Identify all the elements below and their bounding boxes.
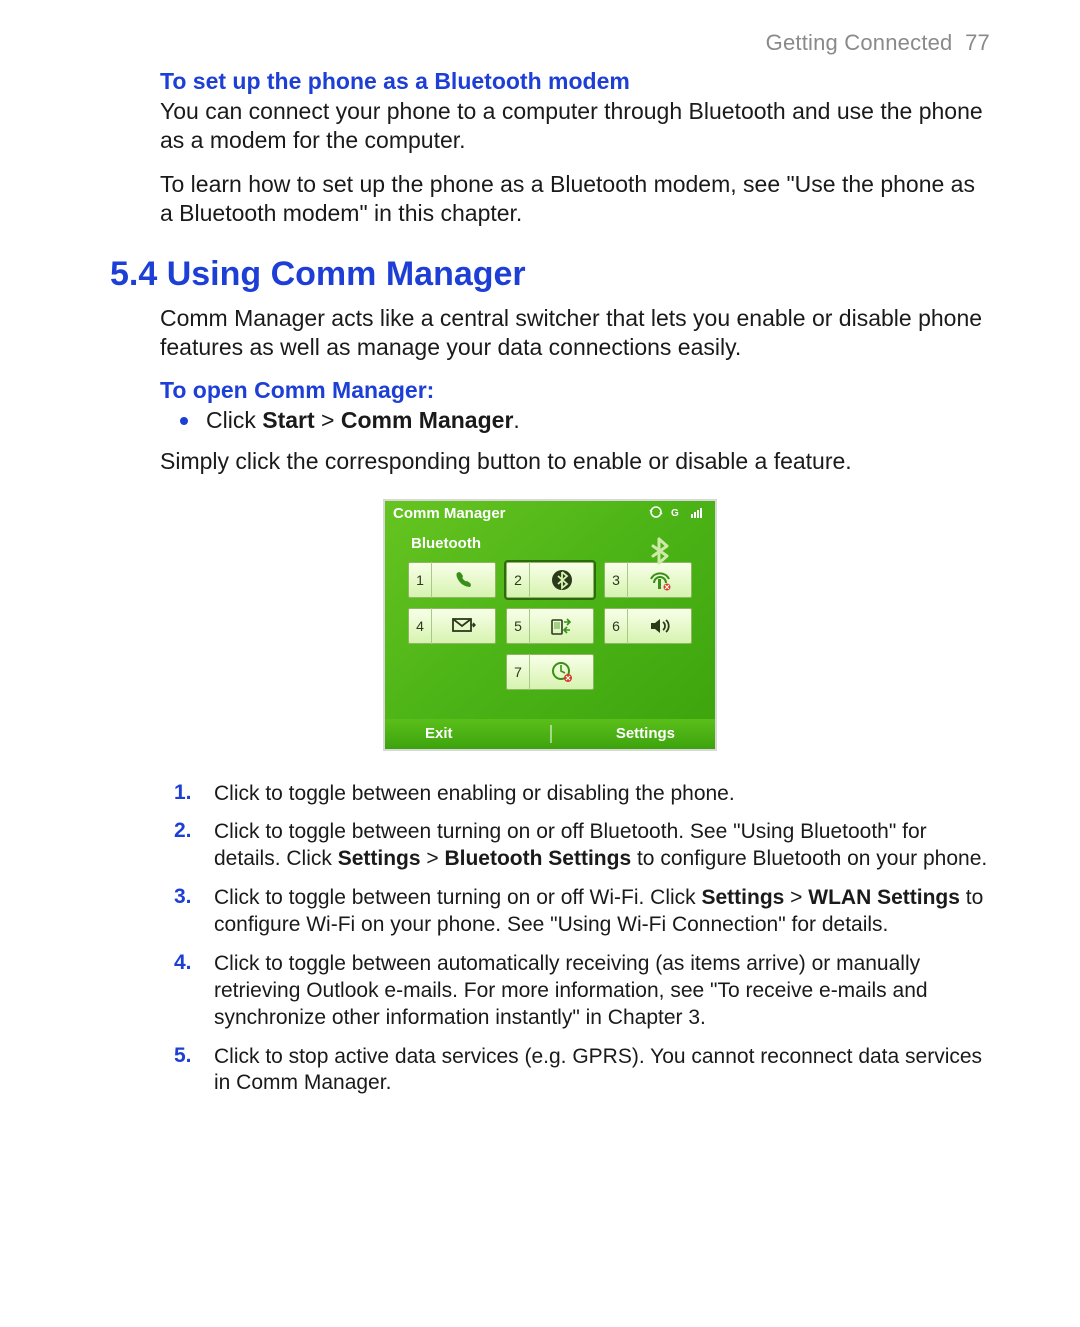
running-header: Getting Connected 77 xyxy=(110,30,990,56)
list-text: Click to toggle between enabling or disa… xyxy=(214,781,735,808)
body-paragraph: You can connect your phone to a computer… xyxy=(160,97,990,156)
sub-heading-open-comm-manager: To open Comm Manager: xyxy=(160,377,990,404)
comm-button-5-data[interactable]: 5 xyxy=(506,608,594,644)
bluetooth-icon xyxy=(551,569,573,591)
button-grid: 1 2 3 4 xyxy=(385,562,715,690)
softkey-right[interactable]: Settings xyxy=(616,725,675,742)
network-g-icon: G xyxy=(671,505,687,519)
text: > xyxy=(421,847,445,870)
bluetooth-large-icon xyxy=(645,537,673,565)
text: > xyxy=(315,407,341,433)
text: . xyxy=(513,407,519,433)
text: > xyxy=(784,886,808,909)
text-bold: WLAN Settings xyxy=(808,886,960,909)
numbered-list: 1. Click to toggle between enabling or d… xyxy=(174,781,990,1098)
list-text: Click to toggle between turning on or of… xyxy=(214,885,990,939)
text-bold: Settings xyxy=(338,847,421,870)
list-item: 3. Click to toggle between turning on or… xyxy=(174,885,990,939)
phone-title-bar: Comm Manager G xyxy=(385,501,715,527)
sub-heading-bluetooth-modem: To set up the phone as a Bluetooth modem xyxy=(160,68,990,95)
speaker-icon xyxy=(649,616,671,636)
section-name: Getting Connected xyxy=(766,30,953,55)
softkey-bar: Exit Settings xyxy=(385,719,715,749)
comm-button-4-mail[interactable]: 4 xyxy=(408,608,496,644)
bullet-item: Click Start > Comm Manager. xyxy=(180,406,990,435)
status-icons: G xyxy=(649,505,705,519)
data-service-icon xyxy=(550,616,574,636)
list-text: Click to toggle between turning on or of… xyxy=(214,819,990,873)
bullet-icon xyxy=(180,417,188,425)
list-item: 2. Click to toggle between turning on or… xyxy=(174,819,990,873)
button-number: 5 xyxy=(507,608,530,644)
body-paragraph: Comm Manager acts like a central switche… xyxy=(160,304,990,363)
list-text: Click to toggle between automatically re… xyxy=(214,951,990,1032)
sync-icon xyxy=(649,505,667,519)
button-number: 6 xyxy=(605,608,628,644)
comm-button-1-phone[interactable]: 1 xyxy=(408,562,496,598)
text-bold: Bluetooth Settings xyxy=(444,847,631,870)
phone-screenshot: Comm Manager G Bluetooth 1 xyxy=(383,499,717,751)
comm-button-7-activesync[interactable]: 7 xyxy=(506,654,594,690)
text-bold: Comm Manager xyxy=(341,407,514,433)
button-number: 1 xyxy=(409,562,432,598)
button-number: 4 xyxy=(409,608,432,644)
comm-button-2-bluetooth[interactable]: 2 xyxy=(506,562,594,598)
bullet-text: Click Start > Comm Manager. xyxy=(206,406,520,435)
mail-icon xyxy=(452,617,476,635)
page-number: 77 xyxy=(965,30,990,55)
list-marker: 2. xyxy=(174,819,214,873)
text: to configure Bluetooth on your phone. xyxy=(631,847,987,870)
list-marker: 4. xyxy=(174,951,214,1032)
comm-button-6-ringer[interactable]: 6 xyxy=(604,608,692,644)
text: Click to toggle between turning on or of… xyxy=(214,886,701,909)
list-marker: 5. xyxy=(174,1044,214,1098)
list-item: 5. Click to stop active data services (e… xyxy=(174,1044,990,1098)
list-marker: 3. xyxy=(174,885,214,939)
list-item: 4. Click to toggle between automatically… xyxy=(174,951,990,1032)
text-bold: Start xyxy=(262,407,314,433)
button-number: 3 xyxy=(605,562,628,598)
section-heading-5-4: 5.4 Using Comm Manager xyxy=(110,255,990,294)
button-number: 7 xyxy=(507,654,530,690)
body-paragraph: To learn how to set up the phone as a Bl… xyxy=(160,170,990,229)
wifi-icon xyxy=(647,569,673,591)
signal-icon xyxy=(691,505,705,519)
softkey-left[interactable]: Exit xyxy=(425,725,453,742)
figure-wrapper: Comm Manager G Bluetooth 1 xyxy=(110,499,990,751)
svg-text:G: G xyxy=(671,508,679,519)
document-page: Getting Connected 77 To set up the phone… xyxy=(0,0,1080,1327)
phone-app-title: Comm Manager xyxy=(393,505,506,522)
text-bold: Settings xyxy=(701,886,784,909)
button-number: 2 xyxy=(507,562,530,598)
sync-icon xyxy=(551,661,573,683)
list-text: Click to stop active data services (e.g.… xyxy=(214,1044,990,1098)
phone-icon xyxy=(453,569,475,591)
comm-button-3-wifi[interactable]: 3 xyxy=(604,562,692,598)
text: Click xyxy=(206,407,262,433)
list-item: 1. Click to toggle between enabling or d… xyxy=(174,781,990,808)
body-paragraph: Simply click the corresponding button to… xyxy=(160,447,990,476)
list-marker: 1. xyxy=(174,781,214,808)
